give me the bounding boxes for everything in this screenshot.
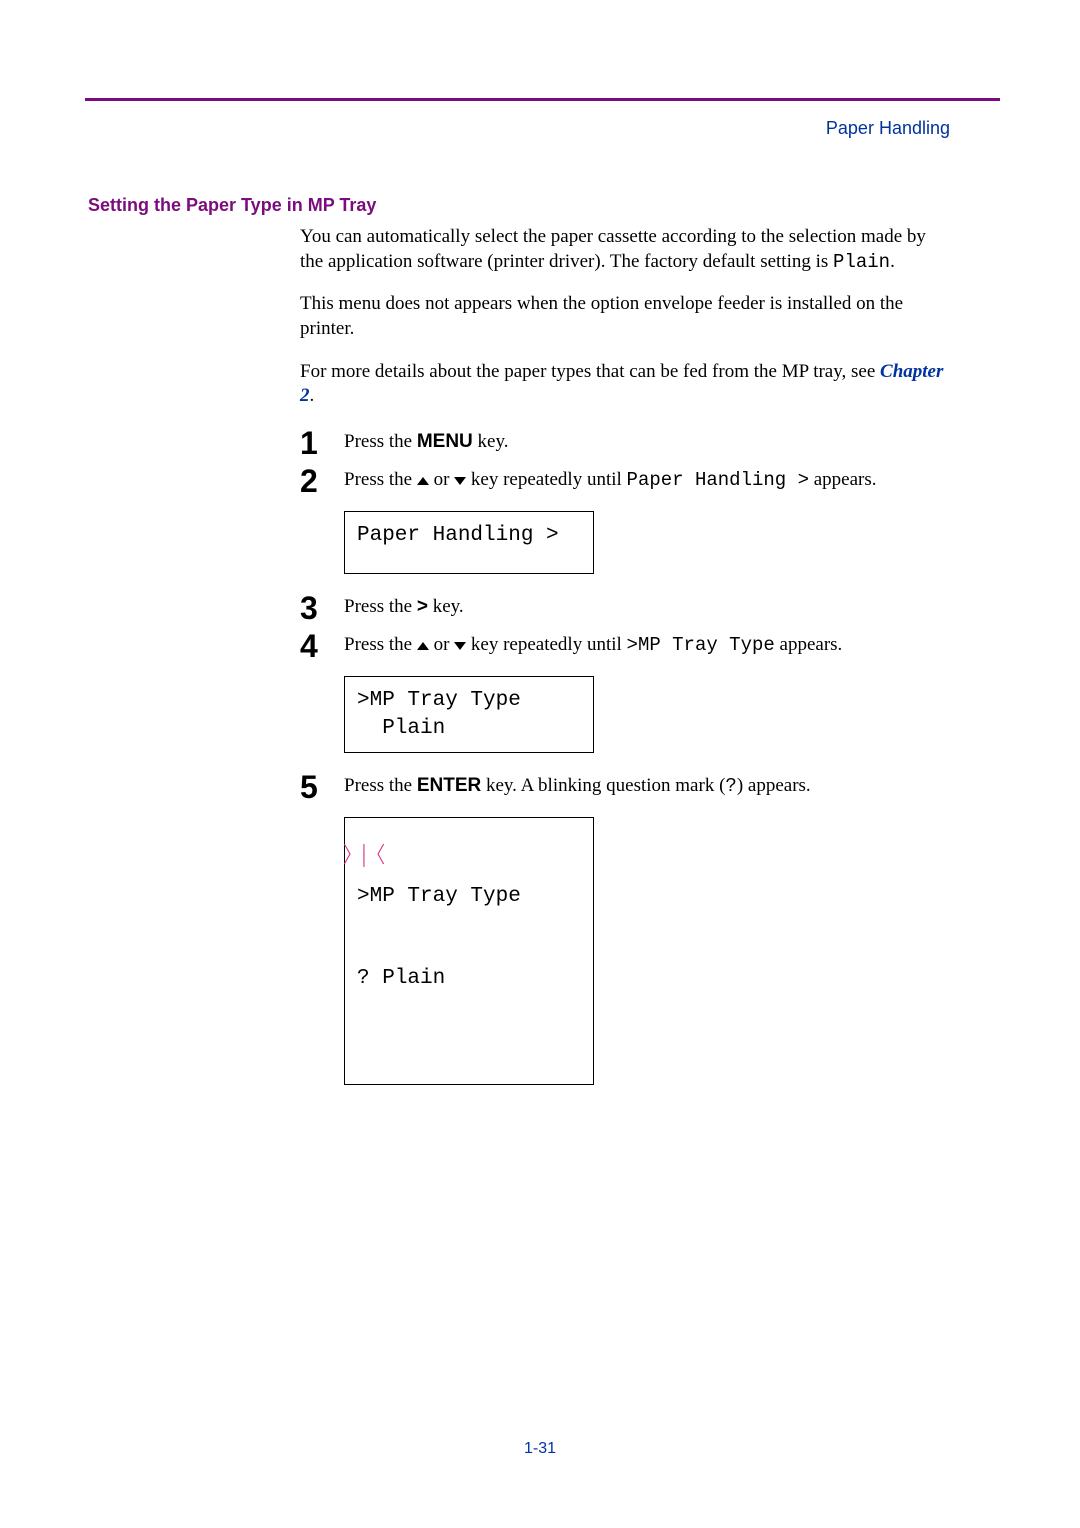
step4-pre: Press the: [344, 634, 417, 655]
lcd-display-3: >MP Tray Type ? Plain \ | // | \: [344, 817, 594, 1085]
blink-indicator-icon: \ | // | \: [343, 846, 385, 866]
step-number: 4: [300, 630, 344, 662]
p3-text-b: .: [310, 385, 315, 406]
blinking-question-mark: ?: [357, 967, 370, 990]
step-number: 1: [300, 427, 344, 459]
step5-post: key. A blinking question mark (: [481, 775, 725, 796]
step-body: Press the MENU key.: [344, 427, 950, 453]
step-3: 3 Press the > key.: [300, 592, 950, 624]
step5-mono: ?: [725, 775, 736, 797]
section-heading: Setting the Paper Type in MP Tray: [88, 195, 376, 216]
intro-paragraph-2: This menu does not appears when the opti…: [300, 292, 950, 341]
step4-mid: or: [429, 634, 454, 655]
step2-mono: Paper Handling >: [627, 469, 809, 491]
intro-paragraph-3: For more details about the paper types t…: [300, 360, 950, 409]
p1-mono: Plain: [833, 251, 890, 273]
step3-post: key.: [428, 596, 464, 617]
step4-postkey: key repeatedly until: [466, 634, 626, 655]
down-arrow-icon: [454, 642, 466, 650]
steps-list: 1 Press the MENU key. 2 Press the or key…: [300, 427, 950, 1085]
step-2: 2 Press the or key repeatedly until Pape…: [300, 465, 950, 497]
step1-post: key.: [473, 431, 509, 452]
step-5: 5 Press the ENTER key. A blinking questi…: [300, 771, 950, 803]
right-key-label: >: [417, 596, 428, 617]
lcd3-line1: >MP Tray Type: [357, 883, 581, 910]
content-area: You can automatically select the paper c…: [300, 225, 950, 1103]
step4-mono: >MP Tray Type: [627, 634, 775, 656]
lcd-display-2: >MP Tray Type Plain: [344, 676, 594, 753]
p1-text-b: .: [890, 251, 895, 272]
step5-pre: Press the: [344, 775, 417, 796]
down-arrow-icon: [454, 477, 466, 485]
step2-postkey: key repeatedly until: [466, 469, 626, 490]
step1-pre: Press the: [344, 431, 417, 452]
p3-text-a: For more details about the paper types t…: [300, 361, 880, 382]
step-body: Press the or key repeatedly until >MP Tr…: [344, 630, 950, 656]
header-label: Paper Handling: [826, 118, 950, 139]
page-number: 1-31: [0, 1440, 1080, 1458]
menu-key-label: MENU: [417, 431, 473, 452]
step-number: 3: [300, 592, 344, 624]
step4-tail: appears.: [775, 634, 843, 655]
step-body: Press the ENTER key. A blinking question…: [344, 771, 950, 797]
top-rule: [85, 98, 1000, 101]
step-body: Press the or key repeatedly until Paper …: [344, 465, 950, 491]
intro-paragraph-1: You can automatically select the paper c…: [300, 225, 950, 274]
up-arrow-icon: [417, 477, 429, 485]
up-arrow-icon: [417, 642, 429, 650]
lcd3-line2b: Plain: [370, 967, 446, 990]
lcd-display-1: Paper Handling >: [344, 511, 594, 574]
step-number: 2: [300, 465, 344, 497]
step2-mid: or: [429, 469, 454, 490]
lcd3-line2: ? Plain: [357, 965, 581, 992]
step-number: 5: [300, 771, 344, 803]
step-body: Press the > key.: [344, 592, 950, 618]
step-4: 4 Press the or key repeatedly until >MP …: [300, 630, 950, 662]
enter-key-label: ENTER: [417, 775, 481, 796]
step2-pre: Press the: [344, 469, 417, 490]
step3-pre: Press the: [344, 596, 417, 617]
step2-tail: appears.: [809, 469, 877, 490]
step5-tail: ) appears.: [737, 775, 811, 796]
step-1: 1 Press the MENU key.: [300, 427, 950, 459]
